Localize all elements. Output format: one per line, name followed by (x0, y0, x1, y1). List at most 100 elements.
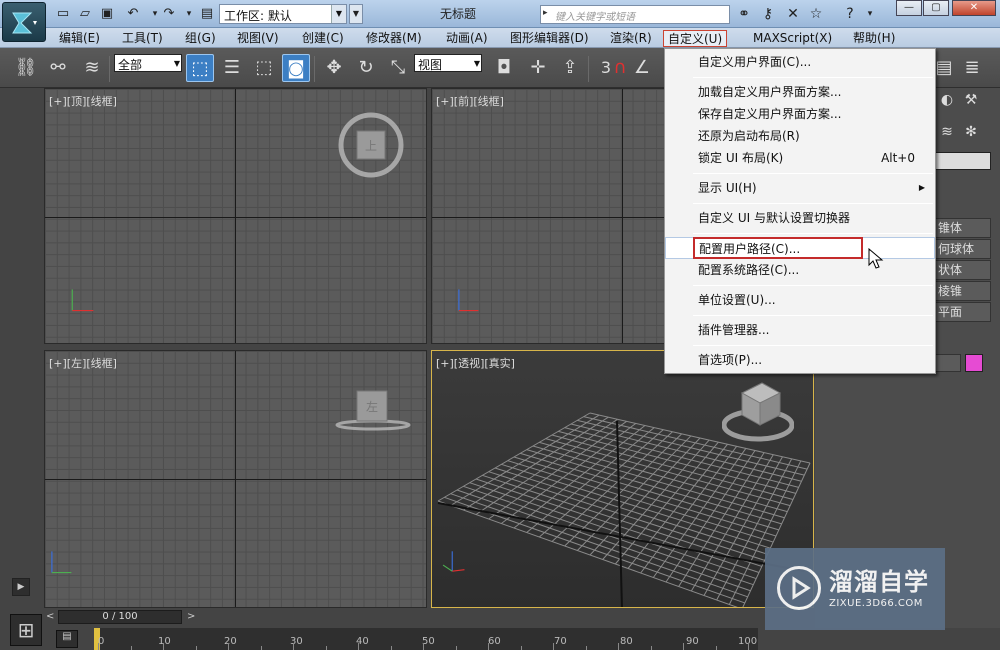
select-object-icon[interactable]: ⬚ (186, 54, 214, 82)
menu-rendering[interactable]: 渲染(R) (606, 30, 656, 47)
help-dropdown-icon[interactable]: ▾ (860, 5, 880, 23)
viewport-label[interactable]: [+][左][线框] (49, 355, 117, 371)
viewcube-icon[interactable]: 左 (333, 381, 413, 437)
menu-item-lock-ui-layout[interactable]: 锁定 UI 布局(K) Alt+0 (665, 147, 935, 169)
viewport-left[interactable]: [+][左][线框] 左 (44, 350, 427, 608)
display-tab-icon[interactable]: ◐ (937, 92, 957, 112)
save-file-icon[interactable]: ▣ (98, 5, 116, 23)
play-preview-icon[interactable]: ▶ (12, 578, 30, 596)
rotate-icon[interactable]: ↻ (352, 54, 380, 82)
primitive-button[interactable]: 锥体 (933, 218, 991, 238)
scale-icon[interactable]: ⤡ (384, 54, 412, 82)
x-tools-icon[interactable]: ✕ (783, 5, 803, 23)
slider-next-icon[interactable]: > (187, 611, 195, 622)
angle-snap-icon[interactable]: ∠ (628, 54, 656, 82)
tick-mark (98, 643, 99, 650)
menu-item-ui-switcher[interactable]: 自定义 UI 与默认设置切换器 (665, 207, 935, 229)
reference-coordinate-value: 视图 (418, 58, 443, 72)
window-crossing-icon[interactable]: ◙ (282, 54, 310, 82)
systems-icon[interactable]: ✻ (961, 124, 981, 144)
tick-mark (358, 643, 359, 650)
object-type-select[interactable] (933, 152, 991, 170)
spacewarps-icon[interactable]: ≋ (937, 124, 957, 144)
link-icon[interactable]: ⛓ (12, 54, 40, 82)
menu-group[interactable]: 组(G) (181, 30, 220, 47)
binoculars-icon[interactable]: ⚭ (734, 5, 754, 23)
viewport-label[interactable]: [+][透视][真实] (436, 355, 515, 371)
menu-item-show-ui[interactable]: 显示 UI(H) ▶ (665, 177, 935, 199)
menu-maxscript[interactable]: MAXScript(X) (749, 30, 836, 47)
menu-tools[interactable]: 工具(T) (118, 30, 167, 47)
maximize-button[interactable]: ▢ (923, 0, 949, 16)
app-logo-button[interactable] (2, 2, 46, 42)
undo-icon[interactable]: ↶ (124, 5, 142, 23)
toolbar-divider (588, 56, 589, 82)
menu-item-load-ui-scheme[interactable]: 加载自定义用户界面方案... (665, 81, 935, 103)
viewport-layout-icon[interactable]: ⊞ (10, 614, 42, 646)
search-input[interactable]: ▸ 键入关键字或短语 (540, 5, 730, 24)
minimize-button[interactable]: — (896, 0, 922, 16)
menu-item-configure-system-paths[interactable]: 配置系统路径(C)... (665, 259, 935, 281)
viewport-perspective[interactable]: [+][透视][真实] (431, 350, 814, 608)
help-icon[interactable]: ? (840, 5, 860, 23)
menu-graph-editors[interactable]: 图形编辑器(D) (506, 30, 593, 47)
menu-edit[interactable]: 编辑(E) (55, 30, 104, 47)
primitive-button[interactable]: 何球体 (933, 239, 991, 259)
viewport-label[interactable]: [+][前][线框] (436, 93, 504, 109)
menu-item-save-ui-scheme[interactable]: 保存自定义用户界面方案... (665, 103, 935, 125)
move-icon[interactable]: ✥ (320, 54, 348, 82)
left-strip: ▶ ⊞ (0, 88, 42, 650)
project-folder-icon[interactable]: ▤ (198, 5, 216, 23)
key-icon[interactable]: ⚷ (758, 5, 778, 23)
track-bar[interactable]: 0 10 20 30 40 50 60 70 80 90 100 (94, 628, 758, 650)
bind-space-warp-icon[interactable]: ≋ (78, 54, 106, 82)
menu-customize[interactable]: 自定义(U) (663, 30, 728, 47)
menu-item-customize-ui[interactable]: 自定义用户界面(C)... (665, 51, 935, 73)
slider-prev-icon[interactable]: < (46, 611, 54, 622)
open-file-icon[interactable]: ▱ (76, 5, 94, 23)
menu-item-units-setup[interactable]: 单位设置(U)... (665, 289, 935, 311)
workspace-menu-button[interactable]: ▼ (349, 4, 363, 24)
chevron-down-icon: ▼ (173, 59, 180, 68)
redo-dropdown-icon[interactable]: ▾ (180, 5, 198, 23)
mini-curve-editor-icon[interactable]: ▤ (56, 630, 78, 648)
workspace-select[interactable]: 工作区: 默认 ▼ (219, 4, 347, 24)
new-file-icon[interactable]: ▭ (54, 5, 72, 23)
viewcube-icon[interactable]: 上 (335, 109, 407, 181)
layer-manager-icon[interactable]: ≣ (958, 54, 986, 82)
primitive-button[interactable]: 平面 (933, 302, 991, 322)
menu-help[interactable]: 帮助(H) (849, 30, 899, 47)
menu-create[interactable]: 创建(C) (298, 30, 348, 47)
menu-divider (693, 233, 933, 234)
viewport-top[interactable]: [+][顶][线框] 上 (44, 88, 427, 344)
object-color-swatch[interactable] (965, 354, 983, 372)
select-manipulate-icon[interactable]: ✛ (524, 54, 552, 82)
close-button[interactable]: ✕ (952, 0, 996, 16)
unlink-icon[interactable]: ⚯ (44, 54, 72, 82)
utilities-tab-icon[interactable]: ⚒ (961, 92, 981, 112)
redo-icon[interactable]: ↷ (160, 5, 178, 23)
tick-mark (130, 646, 132, 650)
reference-coordinate-select[interactable]: 视图 ▼ (414, 54, 482, 72)
menu-views[interactable]: 视图(V) (233, 30, 283, 47)
menu-modifiers[interactable]: 修改器(M) (362, 30, 426, 47)
time-slider[interactable]: 0 / 100 (58, 610, 182, 624)
select-by-name-icon[interactable]: ☰ (218, 54, 246, 82)
primitive-button[interactable]: 状体 (933, 260, 991, 280)
menu-item-preferences[interactable]: 首选项(P)... (665, 349, 935, 371)
keyboard-shortcut-override-icon[interactable]: ⇪ (556, 54, 584, 82)
favorites-star-icon[interactable]: ☆ (806, 5, 826, 23)
rectangular-selection-icon[interactable]: ⬚ (250, 54, 278, 82)
viewcube-face-label: 左 (366, 399, 378, 414)
primitive-button[interactable]: 棱锥 (933, 281, 991, 301)
search-expand-icon[interactable]: ▸ (543, 8, 548, 18)
selection-filter-select[interactable]: 全部 ▼ (114, 54, 182, 72)
menu-animation[interactable]: 动画(A) (442, 30, 492, 47)
menu-item-revert-startup-layout[interactable]: 还原为启动布局(R) (665, 125, 935, 147)
workspace-label: 工作区: 默认 (224, 9, 292, 23)
pivot-center-icon[interactable]: ◘ (490, 54, 518, 82)
menu-item-plugin-manager[interactable]: 插件管理器... (665, 319, 935, 341)
viewport-axis-vertical (235, 89, 236, 343)
viewport-label[interactable]: [+][顶][线框] (49, 93, 117, 109)
viewcube-icon[interactable] (722, 373, 794, 443)
